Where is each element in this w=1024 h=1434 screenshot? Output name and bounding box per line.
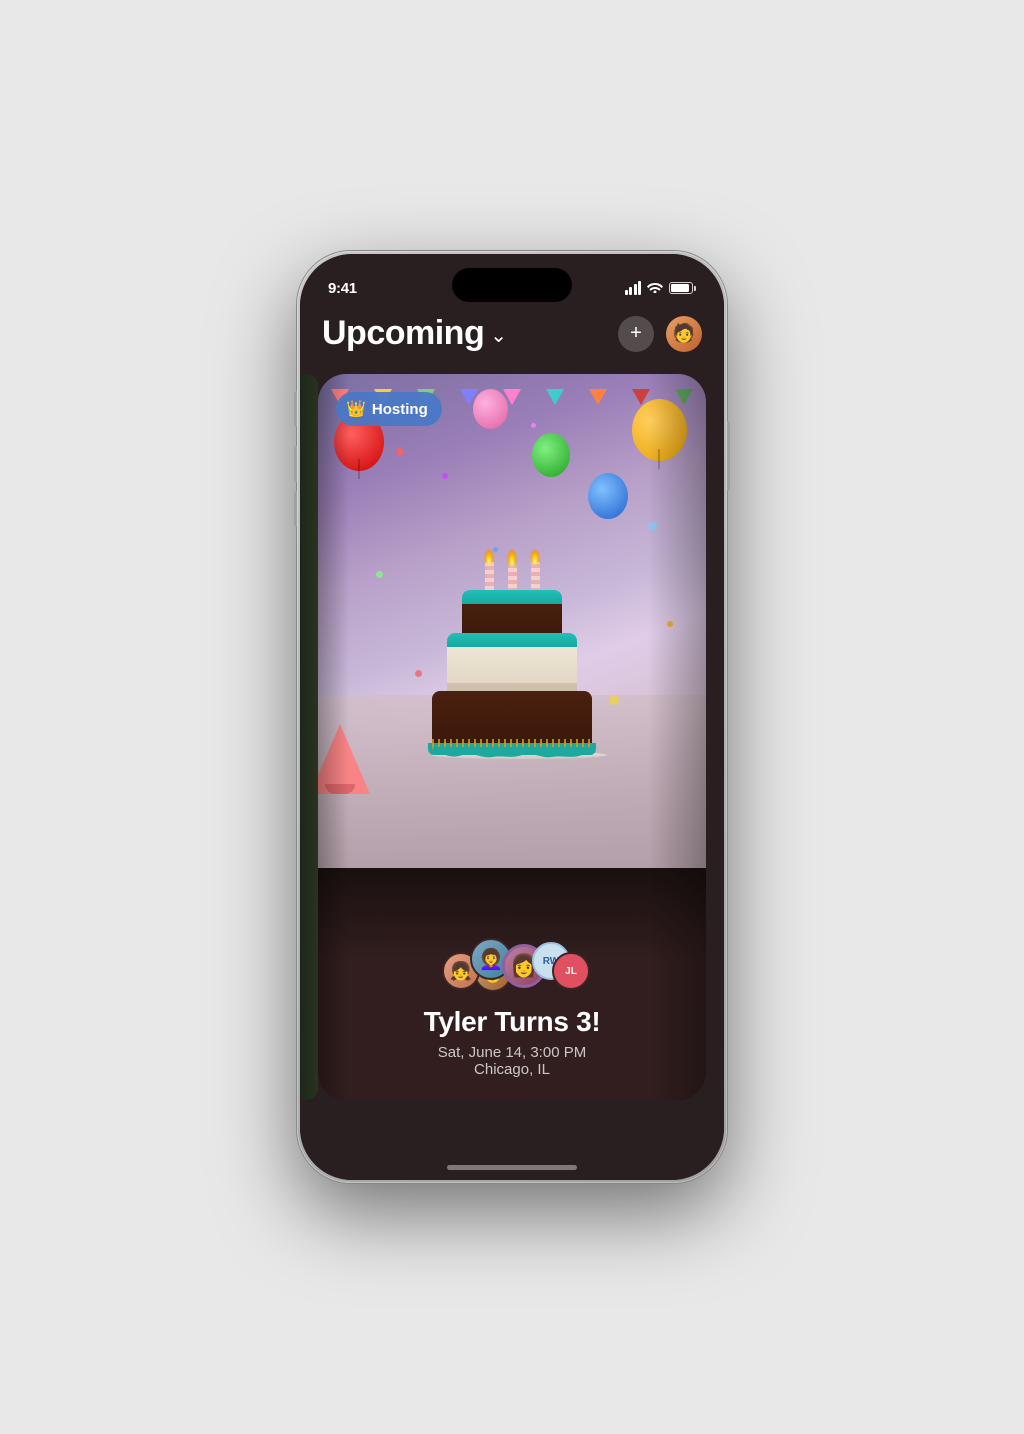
event-title: Tyler Turns 3! [424,1006,601,1038]
home-indicator[interactable] [447,1165,577,1170]
hosting-label: Hosting [372,401,428,418]
phone-device: 9:41 [297,251,727,1183]
status-time: 9:41 [328,280,357,297]
page-title: Upcoming [322,314,484,353]
event-card[interactable]: 👑 Hosting 👧 👩‍🦱 [318,374,706,1100]
attendee-avatars: 👧 👩‍🦱 👩 👴 RW [422,938,602,992]
event-datetime: Sat, June 14, 3:00 PM [438,1044,586,1061]
side-card-left [300,374,318,1100]
app-header: Upcoming ⌄ + 🧑 [300,314,724,353]
crown-icon: 👑 [346,399,366,419]
hosting-badge: 👑 Hosting [336,392,442,426]
header-title-group[interactable]: Upcoming ⌄ [322,314,507,353]
cake-middle-tier [447,641,577,691]
birthday-cake [432,550,592,759]
add-event-button[interactable]: + [618,316,654,352]
status-icons [625,280,697,296]
event-location: Chicago, IL [474,1061,550,1078]
battery-icon [669,282,696,294]
phone-screen: 9:41 [300,254,724,1180]
dynamic-island [452,268,572,302]
balloon-blue [588,473,628,519]
event-card-image: 👑 Hosting [318,374,706,868]
screen-content: 9:41 [300,254,724,1180]
party-hat-left [318,724,370,794]
wifi-icon [647,280,663,296]
header-actions: + 🧑 [618,316,702,352]
cake-bottom-tier [432,691,592,749]
signal-icon [625,281,642,295]
attendee-avatar-6: JL [552,952,590,990]
chevron-down-icon[interactable]: ⌄ [490,323,507,348]
event-card-info: 👧 👩‍🦱 👩 👴 RW [318,868,706,1100]
user-avatar-button[interactable]: 🧑 [666,316,702,352]
